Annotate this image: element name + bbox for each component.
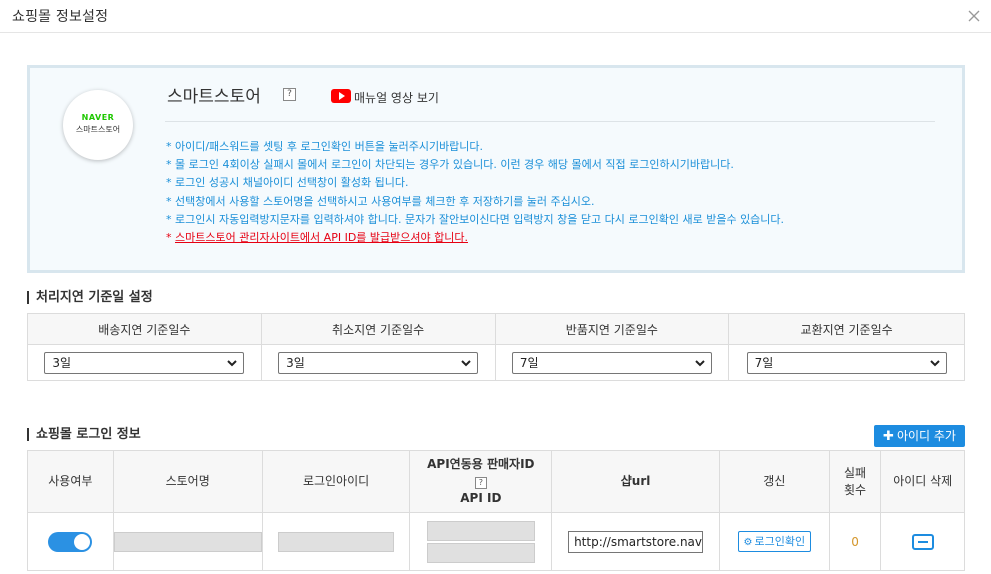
api-id-field[interactable]: [426, 542, 535, 563]
api-seller-id-field[interactable]: [426, 520, 535, 541]
delay-settings-table: 배송지연 기준일수 취소지연 기준일수 반품지연 기준일수 교환지연 기준일수 …: [27, 313, 965, 381]
column-header-fail: 실패 횟수: [828, 450, 882, 513]
login-check-button[interactable]: ⚙ 로그인확인: [737, 531, 812, 552]
notice-item: * 로그인 성공시 채널아이디 선택창이 활성화 됩니다.: [166, 176, 409, 190]
smartstore-logo: NAVER 스마트스토어: [63, 90, 133, 160]
table-row: http://smartstore.naver.com ⚙로그인확인 0: [27, 512, 965, 571]
cancel-delay-select[interactable]: 3일: [278, 351, 479, 374]
notice-item: * 로그인시 자동입력방지문자를 입력하셔야 합니다. 문자가 잘안보이신다면 …: [166, 212, 785, 226]
fail-count: 0: [851, 534, 859, 549]
gear-icon: ⚙: [743, 537, 753, 548]
api-warning-prefix: *: [166, 231, 175, 245]
exchange-delay-select[interactable]: 7일: [746, 351, 947, 374]
use-toggle[interactable]: [48, 531, 93, 552]
dialog-title: 쇼핑몰 정보설정: [12, 9, 109, 25]
chevron-down-icon: [461, 359, 471, 366]
plus-icon: ✚: [883, 429, 894, 444]
chevron-down-icon: [929, 359, 940, 366]
select-value: 7일: [754, 355, 774, 370]
chevron-down-icon: [695, 359, 705, 366]
column-header: 스토어명: [112, 450, 263, 513]
store-info-panel: NAVER 스마트스토어 스마트스토어 ? 매뉴얼 영상 보기 * 아이디/패스…: [27, 65, 965, 273]
shipping-delay-select[interactable]: 3일: [44, 351, 245, 374]
divider: [165, 121, 935, 122]
shop-url-input[interactable]: http://smartstore.naver.com: [568, 530, 704, 553]
notice-item: * 아이디/패스워드를 셋팅 후 로그인확인 버튼을 눌러주시기바랍니다.: [166, 140, 484, 153]
api-warning: * 스마트스토어 관리자사이트에서 API ID를 발급받으셔야 합니다.: [166, 229, 956, 247]
help-icon[interactable]: ?: [474, 477, 487, 489]
column-header: 아이디 삭제: [880, 450, 965, 513]
delete-id-button[interactable]: [911, 533, 934, 550]
dialog-header: 쇼핑몰 정보설정: [0, 0, 991, 33]
add-id-button[interactable]: ✚ 아이디 추가: [874, 425, 965, 447]
column-header: 반품지연 기준일수: [494, 313, 730, 345]
column-header: 배송지연 기준일수: [27, 313, 262, 345]
login-section-title: 쇼핑몰 로그인 정보: [27, 428, 141, 441]
fail-label-1: 실패: [844, 465, 867, 480]
notice-list: * 아이디/패스워드를 셋팅 후 로그인확인 버튼을 눌러주시기바랍니다. * …: [166, 138, 956, 247]
api-id-label: API ID: [460, 491, 502, 505]
add-id-label: 아이디 추가: [896, 429, 956, 443]
fail-label-2: 횟수: [844, 482, 867, 497]
api-warning-link[interactable]: 스마트스토어 관리자사이트에서 API ID를 발급받으셔야 합니다.: [175, 231, 468, 244]
help-icon[interactable]: ?: [283, 88, 296, 101]
column-header: 로그인아이디: [261, 450, 411, 513]
login-info-table: 사용여부 스토어명 로그인아이디 API연동용 판매자ID ? API ID 샵…: [27, 450, 965, 571]
column-header: 사용여부: [27, 450, 114, 513]
api-seller-id-label: API연동용 판매자ID: [427, 457, 535, 471]
column-header: 샵url: [551, 450, 720, 513]
logo-name: 스마트스토어: [75, 125, 121, 134]
youtube-icon: [331, 89, 351, 103]
close-icon[interactable]: [963, 5, 985, 27]
column-header: 교환지연 기준일수: [728, 313, 965, 345]
chevron-down-icon: [227, 359, 238, 366]
login-id-field[interactable]: [278, 531, 395, 552]
column-header-api: API연동용 판매자ID ? API ID: [409, 450, 553, 513]
select-value: 3일: [286, 355, 305, 370]
column-header: 갱신: [718, 450, 830, 513]
delay-section-title: 처리지연 기준일 설정: [27, 291, 153, 304]
select-value: 3일: [52, 355, 72, 370]
manual-video-label: 매뉴얼 영상 보기: [354, 91, 439, 105]
column-header: 취소지연 기준일수: [260, 313, 496, 345]
return-delay-select[interactable]: 7일: [511, 351, 712, 374]
store-name-field[interactable]: [113, 531, 262, 552]
store-title: 스마트스토어: [167, 87, 261, 107]
notice-item: * 선택창에서 사용할 스토어명을 선택하시고 사용여부를 체크한 후 저장하기…: [166, 194, 595, 208]
select-value: 7일: [519, 355, 539, 370]
toggle-knob: [74, 533, 91, 550]
notice-item: * 몰 로그인 4회이상 실패시 몰에서 로그인이 차단되는 경우가 있습니다.…: [166, 158, 734, 172]
login-check-label: 로그인확인: [754, 535, 806, 548]
logo-brand: NAVER: [81, 113, 115, 122]
